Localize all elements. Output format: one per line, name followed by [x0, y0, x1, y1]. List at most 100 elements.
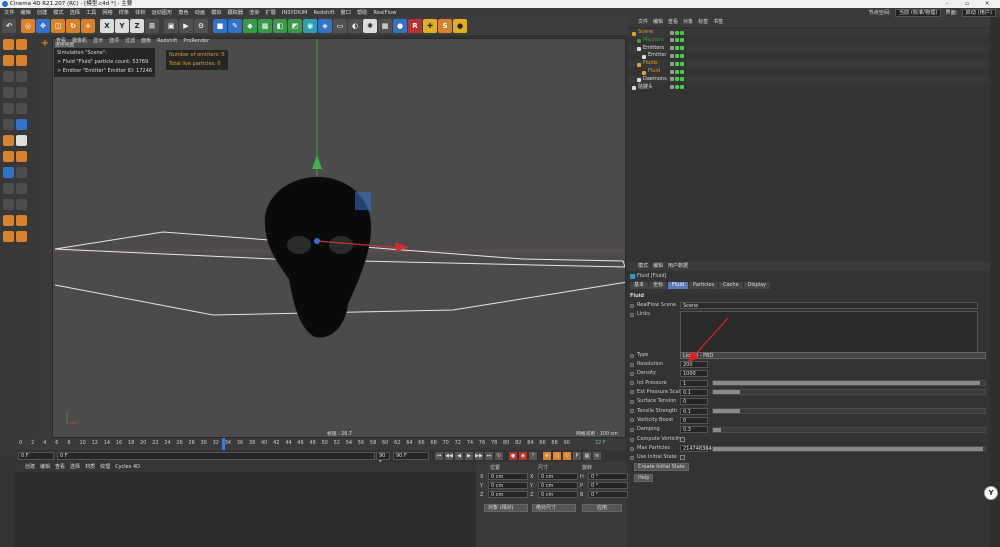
left-tool-icon[interactable] — [16, 135, 27, 146]
param-slider[interactable] — [712, 426, 986, 433]
material-menu-item[interactable]: 查看 — [55, 462, 65, 472]
play-icon[interactable]: ▶ — [465, 452, 473, 460]
attr-tab[interactable]: 坐标 — [649, 282, 668, 289]
viewport-menu-item[interactable]: 面板 — [141, 37, 151, 45]
object-menu-item[interactable]: 标签 — [698, 17, 708, 27]
material-menu-item[interactable]: Cycles 4D — [115, 462, 140, 472]
visibility-flag-icon[interactable] — [670, 38, 674, 43]
coord-rotation-field[interactable]: 0 ° — [588, 473, 628, 480]
coord-size-field[interactable]: 0 cm — [538, 491, 578, 498]
object-row[interactable]: Emitter — [628, 52, 990, 60]
x-axis-icon[interactable]: X — [100, 19, 114, 33]
xparticles-icon[interactable]: ✚ — [423, 19, 437, 33]
menu-item[interactable]: 角色 — [178, 9, 188, 16]
visibility-flag-icon[interactable] — [675, 30, 679, 35]
visibility-flag-icon[interactable] — [680, 30, 684, 35]
viewport-menu-item[interactable]: ProRender — [183, 37, 209, 45]
menu-item[interactable]: 扩展 — [265, 9, 275, 16]
left-tool-icon[interactable] — [3, 167, 14, 178]
left-tool-icon[interactable] — [16, 167, 27, 178]
object-row[interactable]: 骷髅头 — [628, 84, 990, 92]
animate-dot-icon[interactable] — [630, 409, 634, 413]
move-icon[interactable]: ✥ — [36, 19, 50, 33]
animate-dot-icon[interactable] — [630, 418, 634, 423]
pen-icon[interactable]: ✎ — [228, 19, 242, 33]
visibility-flag-icon[interactable] — [670, 69, 674, 74]
attr-menu-item[interactable]: 编辑 — [653, 262, 663, 271]
spline-mask-icon[interactable]: ◩ — [288, 19, 302, 33]
attr-menu-item[interactable]: 模式 — [638, 262, 648, 271]
coord-rotation-field[interactable]: 0 ° — [588, 482, 628, 489]
left-tool-icon[interactable] — [16, 231, 27, 242]
left-tool-icon[interactable] — [16, 39, 27, 50]
render-settings-icon[interactable]: ⚙ — [194, 19, 208, 33]
viewport-menu-item[interactable]: 选项 — [109, 37, 119, 45]
menu-item[interactable]: RealFlow — [373, 10, 396, 16]
visibility-flag-icon[interactable] — [670, 53, 674, 58]
record-icon[interactable]: ● — [509, 452, 517, 460]
left-tool-icon[interactable] — [3, 199, 14, 210]
menu-item[interactable]: 渲染 — [249, 9, 259, 16]
attr-tab[interactable]: Cache — [719, 282, 743, 289]
visibility-flag-icon[interactable] — [675, 46, 679, 51]
left-tool-icon[interactable] — [3, 183, 14, 194]
visibility-flag-icon[interactable] — [670, 61, 674, 66]
current-frame-field[interactable]: 0 F — [57, 452, 375, 460]
object-row[interactable]: Fluid — [628, 68, 990, 76]
left-tool-icon[interactable] — [16, 215, 27, 226]
param-field[interactable]: 0 — [680, 416, 708, 424]
menu-item[interactable]: 文件 — [4, 9, 14, 16]
visibility-flag-icon[interactable] — [680, 69, 684, 74]
material-menu-item[interactable]: 选择 — [70, 462, 80, 472]
attr-tab[interactable]: Display — [743, 282, 771, 289]
coord-size-field[interactable]: 0 cm — [538, 473, 578, 480]
left-tool-icon[interactable] — [3, 231, 14, 242]
create-initial-state-button[interactable]: Create Initial State — [634, 463, 689, 471]
left-tool-icon[interactable] — [16, 119, 27, 130]
visibility-flag-icon[interactable] — [675, 53, 679, 58]
object-row[interactable]: Daemons — [628, 75, 990, 84]
first-frame-icon[interactable]: ⏮ — [435, 452, 443, 460]
subdivision-icon[interactable]: ◆ — [243, 19, 257, 33]
grid-icon[interactable]: ▦ — [378, 19, 392, 33]
menu-item[interactable]: 创建 — [37, 9, 47, 16]
recent-tool-icon[interactable]: + — [81, 19, 95, 33]
object-menu-item[interactable]: 文件 — [638, 17, 648, 27]
object-menu-item[interactable]: 对象 — [683, 17, 693, 27]
menu-item[interactable]: 运动图形 — [152, 9, 173, 16]
redshift-icon[interactable]: R — [408, 19, 422, 33]
left-tool-icon[interactable] — [3, 151, 14, 162]
visibility-flag-icon[interactable] — [670, 46, 674, 51]
attr-tab[interactable]: 基本 — [630, 282, 649, 289]
attr-menu-item[interactable]: 用户数据 — [668, 262, 688, 271]
camera-icon[interactable]: ◐ — [348, 19, 362, 33]
z-axis-icon[interactable]: Z — [130, 19, 144, 33]
material-menu-item[interactable]: 材质 — [85, 462, 95, 472]
coord-size-field[interactable]: 0 cm — [538, 482, 578, 489]
coord-mode-select[interactable]: 对象 (相对) — [484, 504, 528, 512]
y-axis-icon[interactable]: Y — [115, 19, 129, 33]
next-frame-icon[interactable]: ▶▶ — [475, 452, 483, 460]
key-pla-icon[interactable]: ▦ — [583, 452, 591, 460]
close-icon[interactable]: ✕ — [978, 0, 996, 8]
left-tool-icon[interactable] — [3, 87, 14, 98]
material-menu-item[interactable]: 创建 — [25, 462, 35, 472]
material-manager[interactable] — [15, 472, 476, 547]
cube-icon[interactable]: ■ — [213, 19, 227, 33]
left-tool-icon[interactable] — [16, 199, 27, 210]
settings-icon[interactable]: S — [438, 19, 452, 33]
menu-item[interactable]: 体积 — [135, 9, 145, 16]
object-row[interactable]: Fluids — [628, 60, 990, 68]
left-tool-icon[interactable] — [16, 87, 27, 98]
coord-system-icon[interactable]: ⊞ — [145, 19, 159, 33]
visibility-flag-icon[interactable] — [680, 61, 684, 66]
left-tool-icon[interactable] — [16, 55, 27, 66]
timeline-menu-icon[interactable]: ≡ — [593, 452, 601, 460]
help-button[interactable]: Help — [634, 474, 654, 482]
timeline-ruler[interactable]: 32 F 0 2 4 6 8 10 12 14 16 18 20 22 24 26 28 30 32 34 36 38… — [15, 438, 626, 450]
object-row[interactable]: Scene — [628, 29, 990, 37]
viewport-menu-item[interactable]: Redshift — [157, 37, 177, 45]
max-particles-field[interactable]: 2147483647 — [680, 445, 715, 452]
menu-item[interactable]: 选择 — [70, 9, 80, 16]
coord-size-mode-select[interactable]: 绝对尺寸 — [532, 504, 576, 512]
